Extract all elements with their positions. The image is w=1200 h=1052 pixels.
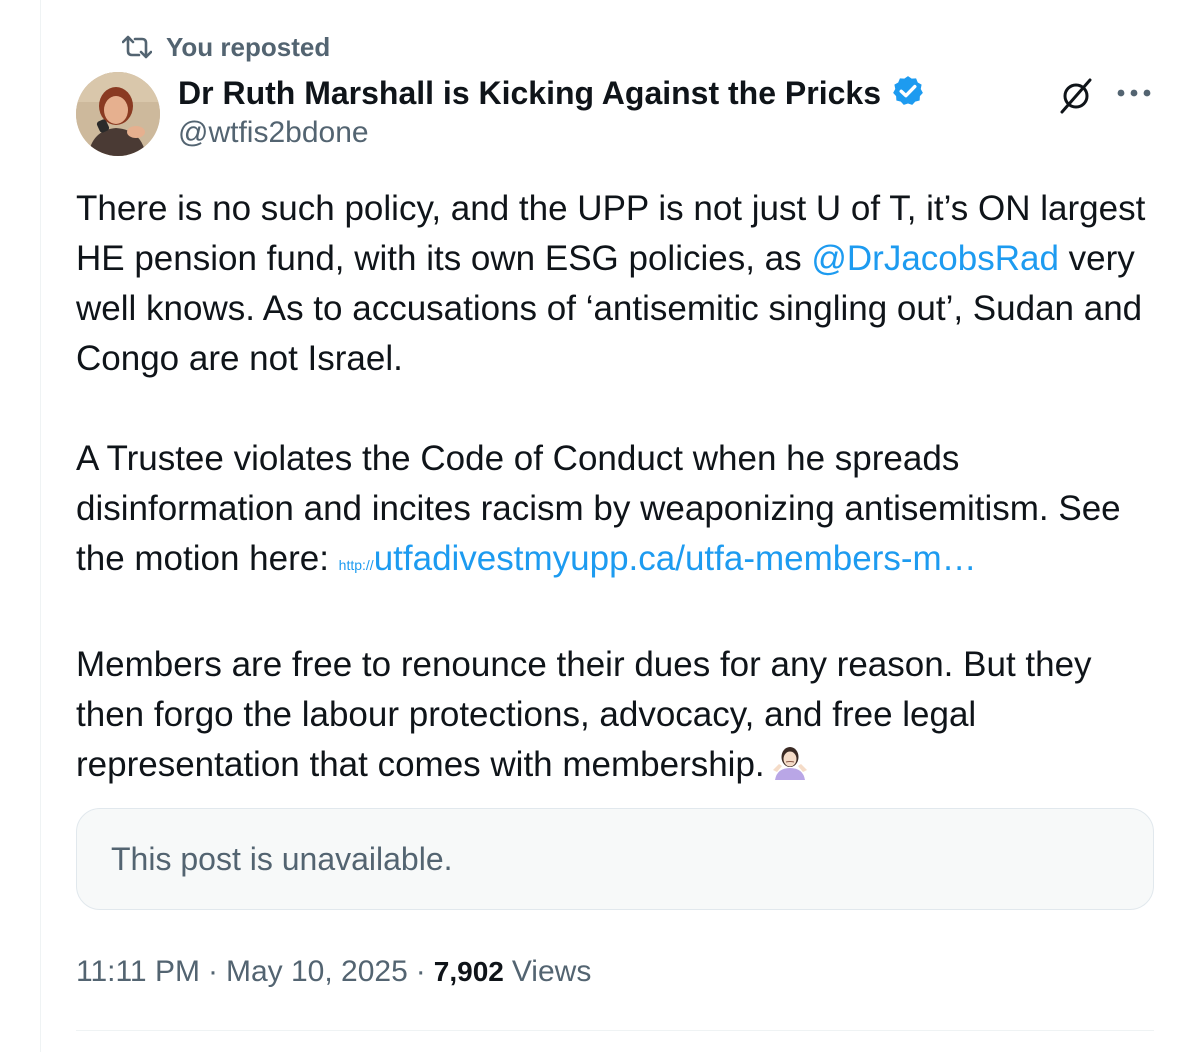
unavailable-quote-card[interactable]: This post is unavailable. [76, 808, 1154, 910]
tweet-text-segment: Members are free to renounce their dues … [76, 645, 1092, 784]
tweet-paragraph-2: A Trustee violates the Code of Conduct w… [76, 434, 1160, 590]
verified-badge-icon[interactable] [891, 74, 925, 113]
divider [76, 1030, 1154, 1031]
tweet-text: There is no such policy, and the UPP is … [76, 184, 1160, 790]
tweet-date[interactable]: May 10, 2025 [226, 955, 408, 989]
avatar[interactable] [76, 72, 160, 156]
author-handle[interactable]: @wtfis2bdone [178, 116, 369, 150]
author-display-name[interactable]: Dr Ruth Marshall is Kicking Against the … [178, 75, 881, 112]
repost-icon [122, 34, 152, 60]
unavailable-quote-text: This post is unavailable. [111, 840, 453, 877]
tweet-time[interactable]: 11:11 PM [76, 955, 200, 989]
meta-separator: · [415, 955, 426, 988]
tweet-paragraph-1: There is no such policy, and the UPP is … [76, 184, 1160, 384]
more-options-button[interactable] [1112, 76, 1156, 112]
repost-label: You reposted [166, 31, 331, 62]
author-name-row[interactable]: Dr Ruth Marshall is Kicking Against the … [178, 72, 925, 114]
tweet-paragraph-3: Members are free to renounce their dues … [76, 640, 1160, 790]
url-prefix[interactable]: http:// [339, 557, 374, 573]
grok-icon [1056, 76, 1096, 121]
url-text[interactable]: utfadivestmyupp.ca/utfa-members-m… [374, 539, 977, 578]
grok-button[interactable] [1054, 76, 1098, 120]
more-dots-icon [1116, 85, 1152, 103]
mention-link[interactable]: @DrJacobsRad [811, 239, 1059, 278]
person-shrugging-emoji-icon [771, 744, 809, 782]
repost-indicator[interactable]: You reposted [122, 30, 330, 64]
views-label[interactable]: Views [512, 955, 591, 989]
views-count[interactable]: 7,902 [434, 956, 504, 988]
meta-separator: · [207, 955, 218, 988]
url-link[interactable]: http://utfadivestmyupp.ca/utfa-members-m… [339, 539, 977, 578]
tweet-metadata: 11:11 PM · May 10, 2025 · 7,902 Views [76, 950, 591, 994]
